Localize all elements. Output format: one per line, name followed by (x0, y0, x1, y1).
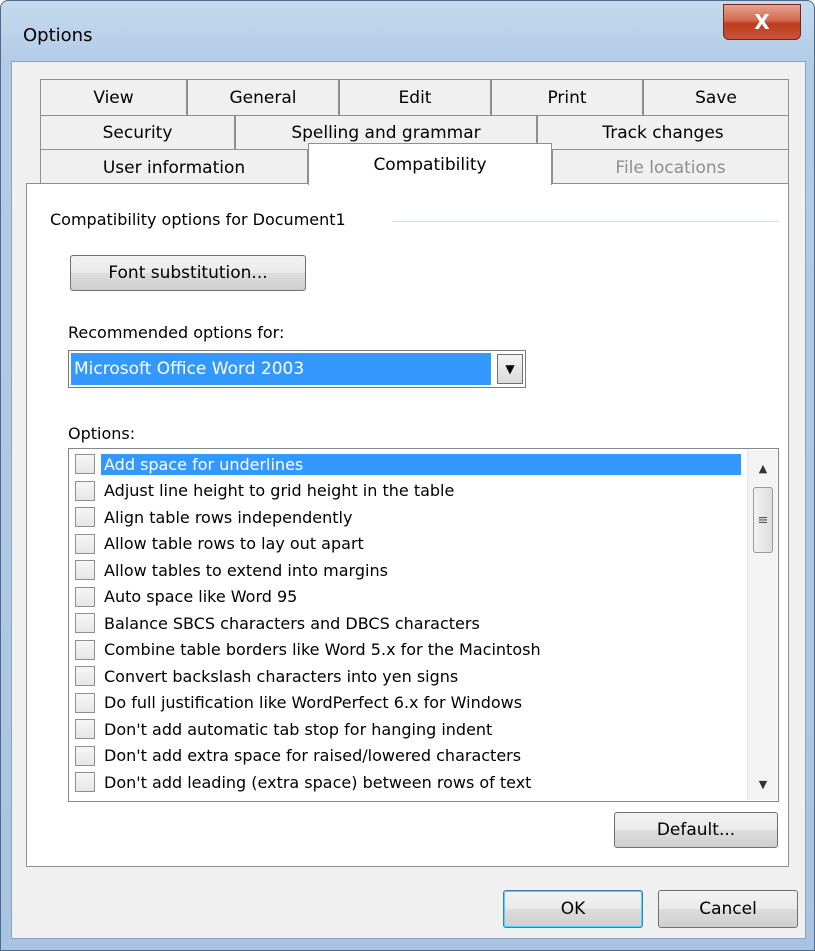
tab-file-locations: File locations (552, 149, 789, 185)
default-button[interactable]: Default... (614, 812, 778, 848)
option-label: Convert backslash characters into yen si… (104, 666, 459, 686)
font-substitution-button[interactable]: Font substitution... (70, 255, 306, 291)
tab-view[interactable]: View (40, 79, 187, 115)
options-scrollbar[interactable]: ▲ ≡ ▼ (747, 450, 777, 800)
list-item[interactable]: Don't add automatic tab stop for hanging… (71, 716, 745, 743)
option-label: Don't add leading (extra space) between … (104, 772, 532, 792)
grip-icon: ≡ (757, 512, 769, 528)
tab-edit[interactable]: Edit (339, 79, 491, 115)
tab-compatibility[interactable]: Compatibility (308, 143, 552, 185)
list-item[interactable]: Convert backslash characters into yen si… (71, 663, 745, 690)
list-item[interactable]: Allow tables to extend into margins (71, 557, 745, 584)
recommended-value: Microsoft Office Word 2003 (71, 353, 491, 385)
option-label: Balance SBCS characters and DBCS charact… (104, 613, 480, 633)
group-label: Compatibility options for Document1 (50, 210, 346, 229)
list-item[interactable]: Don't add leading (extra space) between … (71, 769, 745, 796)
tab-print[interactable]: Print (491, 79, 643, 115)
dropdown-arrow-button[interactable]: ▼ (497, 354, 523, 384)
option-checkbox[interactable] (75, 692, 95, 713)
option-checkbox[interactable] (75, 454, 95, 475)
option-label: Allow table rows to lay out apart (104, 534, 364, 554)
cancel-button[interactable]: Cancel (658, 890, 798, 928)
option-checkbox[interactable] (75, 719, 95, 740)
list-item[interactable]: Balance SBCS characters and DBCS charact… (71, 610, 745, 637)
tab-save[interactable]: Save (643, 79, 789, 115)
recommended-label: Recommended options for: (68, 323, 285, 342)
option-label: Allow tables to extend into margins (104, 560, 388, 580)
option-label: Align table rows independently (104, 507, 353, 527)
tab-track-changes[interactable]: Track changes (537, 115, 789, 149)
option-checkbox[interactable] (75, 507, 95, 528)
option-checkbox[interactable] (75, 560, 95, 581)
tab-user-information[interactable]: User information (40, 149, 308, 185)
options-list[interactable]: Add space for underlines Adjust line heig… (68, 448, 779, 802)
scroll-up-icon[interactable]: ▲ (748, 456, 778, 480)
list-item[interactable]: Auto space like Word 95 (71, 584, 745, 611)
close-icon: X (754, 10, 770, 34)
list-item[interactable]: Combine table borders like Word 5.x for … (71, 637, 745, 664)
option-checkbox[interactable] (75, 745, 95, 766)
option-checkbox[interactable] (75, 772, 95, 793)
chevron-down-icon: ▼ (505, 362, 515, 376)
tab-general[interactable]: General (187, 79, 339, 115)
list-item[interactable]: Allow table rows to lay out apart (71, 531, 745, 558)
option-checkbox[interactable] (75, 480, 95, 501)
option-label: Combine table borders like Word 5.x for … (104, 640, 541, 660)
option-checkbox[interactable] (75, 639, 95, 660)
list-item[interactable]: Adjust line height to grid height in the… (71, 478, 745, 505)
option-label: Adjust line height to grid height in the… (104, 481, 455, 501)
list-item[interactable]: Align table rows independently (71, 504, 745, 531)
option-checkbox[interactable] (75, 613, 95, 634)
option-checkbox[interactable] (75, 533, 95, 554)
scroll-thumb[interactable]: ≡ (753, 487, 773, 553)
tab-security[interactable]: Security (40, 115, 235, 149)
option-label: Don't add extra space for raised/lowered… (104, 746, 522, 766)
list-item[interactable]: Add space for underlines (71, 451, 745, 478)
option-label: Do full justification like WordPerfect 6… (104, 693, 523, 713)
options-list-rows: Add space for underlines Adjust line heig… (71, 451, 745, 796)
close-button[interactable]: X (723, 4, 801, 40)
options-label: Options: (68, 424, 136, 443)
scroll-down-icon[interactable]: ▼ (748, 772, 778, 796)
list-item[interactable]: Do full justification like WordPerfect 6… (71, 690, 745, 717)
option-checkbox[interactable] (75, 666, 95, 687)
option-label: Auto space like Word 95 (104, 587, 298, 607)
ok-button[interactable]: OK (503, 890, 643, 928)
option-label: Don't add automatic tab stop for hanging… (104, 719, 493, 739)
dialog-title: Options (23, 25, 93, 46)
group-divider (392, 221, 779, 222)
option-checkbox[interactable] (75, 586, 95, 607)
list-item[interactable]: Don't add extra space for raised/lowered… (71, 743, 745, 770)
option-label: Add space for underlines (101, 453, 741, 475)
recommended-dropdown[interactable]: Microsoft Office Word 2003 ▼ (68, 350, 526, 388)
